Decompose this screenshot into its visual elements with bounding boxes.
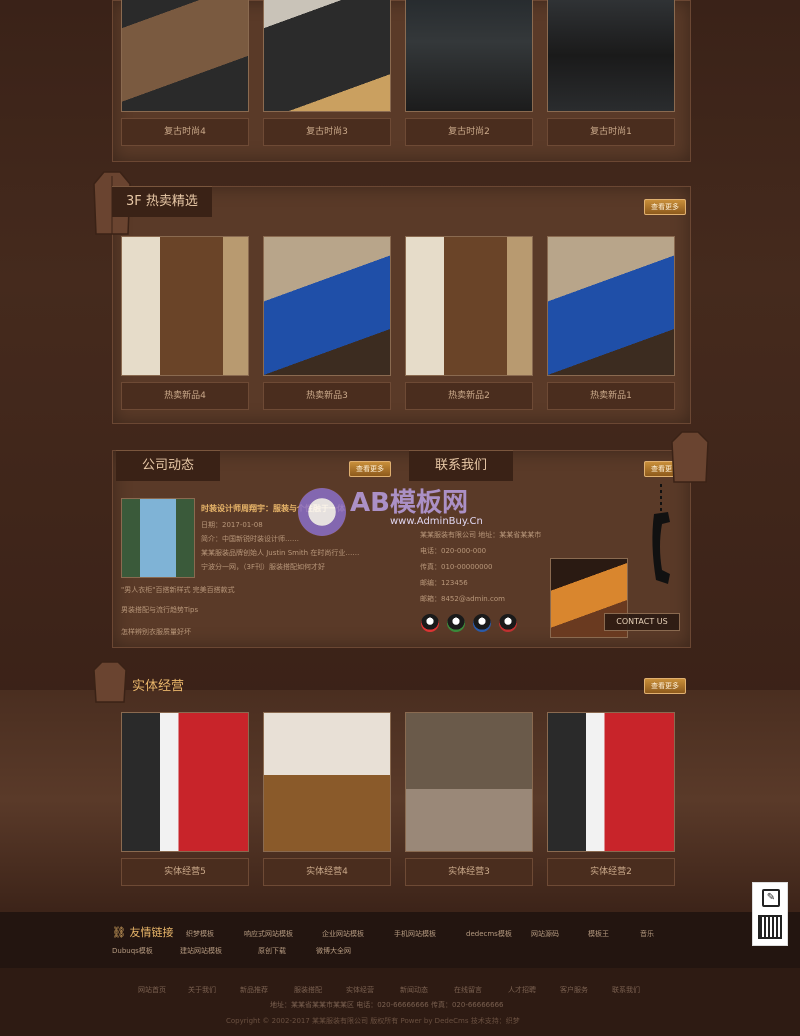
links-title-text: 友情链接 xyxy=(129,926,174,939)
gallery-card[interactable]: 热卖新品3 xyxy=(263,236,391,410)
news-thumbnail[interactable] xyxy=(121,498,195,578)
contact-line: 邮箱：8452@admin.com xyxy=(420,595,505,603)
contact-section-title: 联系我们 xyxy=(409,450,514,481)
friend-link[interactable]: 手机网站模板 xyxy=(394,929,436,939)
store-more-button[interactable]: 查看更多 xyxy=(644,678,686,694)
footer-nav-link[interactable]: 关于我们 xyxy=(188,985,216,995)
footer-copyright: Copyright © 2002-2017 某某服装有限公司 版权所有 Powe… xyxy=(226,1017,520,1025)
watermark-title: AB模板网 xyxy=(350,488,468,518)
product-photo[interactable] xyxy=(405,0,533,112)
card-caption[interactable]: 复古时尚4 xyxy=(121,118,249,146)
product-photo[interactable] xyxy=(405,236,533,376)
store-photo[interactable] xyxy=(405,712,533,852)
news-summary: 宁波分一网，（3F刊）服装搭配如何才好 xyxy=(201,563,325,571)
qq-icon[interactable] xyxy=(447,614,465,632)
friend-link[interactable]: dedecms模板 xyxy=(466,929,512,939)
site-watermark: AB模板网 www.AdminBuy.Cn xyxy=(298,482,508,552)
footer-nav-link[interactable]: 网站首页 xyxy=(138,985,166,995)
news-list-item[interactable]: 怎样辨别衣服质量好坏 xyxy=(121,627,191,637)
watermark-logo-icon xyxy=(298,488,346,536)
qq-icon[interactable] xyxy=(421,614,439,632)
friend-link[interactable]: 微博大全网 xyxy=(316,946,351,956)
friend-link[interactable]: 织梦模板 xyxy=(186,929,214,939)
chain-icon: ⛓ xyxy=(112,926,126,939)
gallery-card[interactable]: 复古时尚1 xyxy=(547,0,675,146)
card-caption[interactable]: 热卖新品4 xyxy=(121,382,249,410)
news-list-item[interactable]: 男装搭配与流行趋势Tips xyxy=(121,605,198,615)
gallery-card[interactable]: 热卖新品4 xyxy=(121,236,249,410)
links-title: ⛓ 友情链接 xyxy=(112,924,173,940)
top-gallery: 复古时尚4 复古时尚3 复古时尚2 复古时尚1 xyxy=(121,0,675,146)
footer-address: 地址：某某省某某市某某区 电话：020-66666666 传真：020-6666… xyxy=(270,1001,504,1009)
contact-badge[interactable]: CONTACT US xyxy=(604,613,680,631)
footer-nav-link[interactable]: 实体经营 xyxy=(346,985,374,995)
watermark-url: www.AdminBuy.Cn xyxy=(390,516,483,527)
edit-icon[interactable]: ✎ xyxy=(762,889,780,907)
gallery-card[interactable]: 复古时尚2 xyxy=(405,0,533,146)
friend-link[interactable]: 音乐 xyxy=(640,929,654,939)
card-caption[interactable]: 实体经营5 xyxy=(121,858,249,886)
floating-toolbar: ✎ xyxy=(752,882,788,946)
news-meta: 日期：2017-01-08 xyxy=(201,521,263,529)
product-photo[interactable] xyxy=(263,236,391,376)
product-photo[interactable] xyxy=(547,236,675,376)
gallery-card[interactable]: 实体经营2 xyxy=(547,712,675,886)
footer-nav-link[interactable]: 新闻动态 xyxy=(400,985,428,995)
hot-more-button[interactable]: 查看更多 xyxy=(644,199,686,215)
friend-link[interactable]: 响应式网站模板 xyxy=(244,929,293,939)
friend-link[interactable]: 原创下载 xyxy=(258,946,286,956)
footer-nav-link[interactable]: 新品推荐 xyxy=(240,985,268,995)
gallery-card[interactable]: 热卖新品2 xyxy=(405,236,533,410)
news-summary: 简介：中国新锐时装设计师…… xyxy=(201,535,299,543)
card-caption[interactable]: 复古时尚2 xyxy=(405,118,533,146)
news-more-button[interactable]: 查看更多 xyxy=(349,461,391,477)
store-photo[interactable] xyxy=(263,712,391,852)
product-photo[interactable] xyxy=(121,0,249,112)
news-list-item[interactable]: "男人衣柜"百搭新样式 完美百搭款式 xyxy=(121,585,235,595)
card-caption[interactable]: 实体经营4 xyxy=(263,858,391,886)
contact-line: 传真：010-00000000 xyxy=(420,563,493,571)
contact-line: 邮编：123456 xyxy=(420,579,468,587)
footer-nav-link[interactable]: 服装搭配 xyxy=(294,985,322,995)
card-caption[interactable]: 复古时尚1 xyxy=(547,118,675,146)
store-section-title: 实体经营 xyxy=(132,679,185,694)
friend-link[interactable]: 网站源码 xyxy=(531,929,559,939)
product-photo[interactable] xyxy=(121,236,249,376)
friend-link[interactable]: Dubuqs模板 xyxy=(112,946,153,956)
qq-icon[interactable] xyxy=(499,614,517,632)
gallery-card[interactable]: 热卖新品1 xyxy=(547,236,675,410)
news-section-title: 公司动态 xyxy=(116,450,221,481)
card-caption[interactable]: 热卖新品2 xyxy=(405,382,533,410)
footer-nav-link[interactable]: 联系我们 xyxy=(612,985,640,995)
card-caption[interactable]: 复古时尚3 xyxy=(263,118,391,146)
gallery-card[interactable]: 实体经营5 xyxy=(121,712,249,886)
friend-link[interactable]: 模板王 xyxy=(588,929,609,939)
links-bar xyxy=(0,912,800,968)
product-photo[interactable] xyxy=(547,0,675,112)
card-caption[interactable]: 热卖新品1 xyxy=(547,382,675,410)
footer-nav-link[interactable]: 客户服务 xyxy=(560,985,588,995)
footer-nav-link[interactable]: 在线留言 xyxy=(454,985,482,995)
footer-nav-link[interactable]: 人才招聘 xyxy=(508,985,536,995)
card-caption[interactable]: 热卖新品3 xyxy=(263,382,391,410)
card-caption[interactable]: 实体经营2 xyxy=(547,858,675,886)
friend-link[interactable]: 建站网站模板 xyxy=(180,946,222,956)
store-gallery: 实体经营5 实体经营4 实体经营3 实体经营2 xyxy=(121,712,675,886)
qq-icon[interactable] xyxy=(473,614,491,632)
phone-icon xyxy=(652,484,670,584)
hot-gallery: 热卖新品4 热卖新品3 热卖新品2 热卖新品1 xyxy=(121,236,675,410)
store-photo[interactable] xyxy=(547,712,675,852)
card-caption[interactable]: 实体经营3 xyxy=(405,858,533,886)
friend-link[interactable]: 企业网站模板 xyxy=(322,929,364,939)
gallery-card[interactable]: 复古时尚4 xyxy=(121,0,249,146)
gallery-card[interactable]: 复古时尚3 xyxy=(263,0,391,146)
store-photo[interactable] xyxy=(121,712,249,852)
qr-code-icon[interactable] xyxy=(758,915,782,939)
product-photo[interactable] xyxy=(263,0,391,112)
gallery-card[interactable]: 实体经营3 xyxy=(405,712,533,886)
gallery-card[interactable]: 实体经营4 xyxy=(263,712,391,886)
hot-section-title: 3F 热卖精选 xyxy=(112,186,212,217)
jacket-icon xyxy=(671,431,709,483)
